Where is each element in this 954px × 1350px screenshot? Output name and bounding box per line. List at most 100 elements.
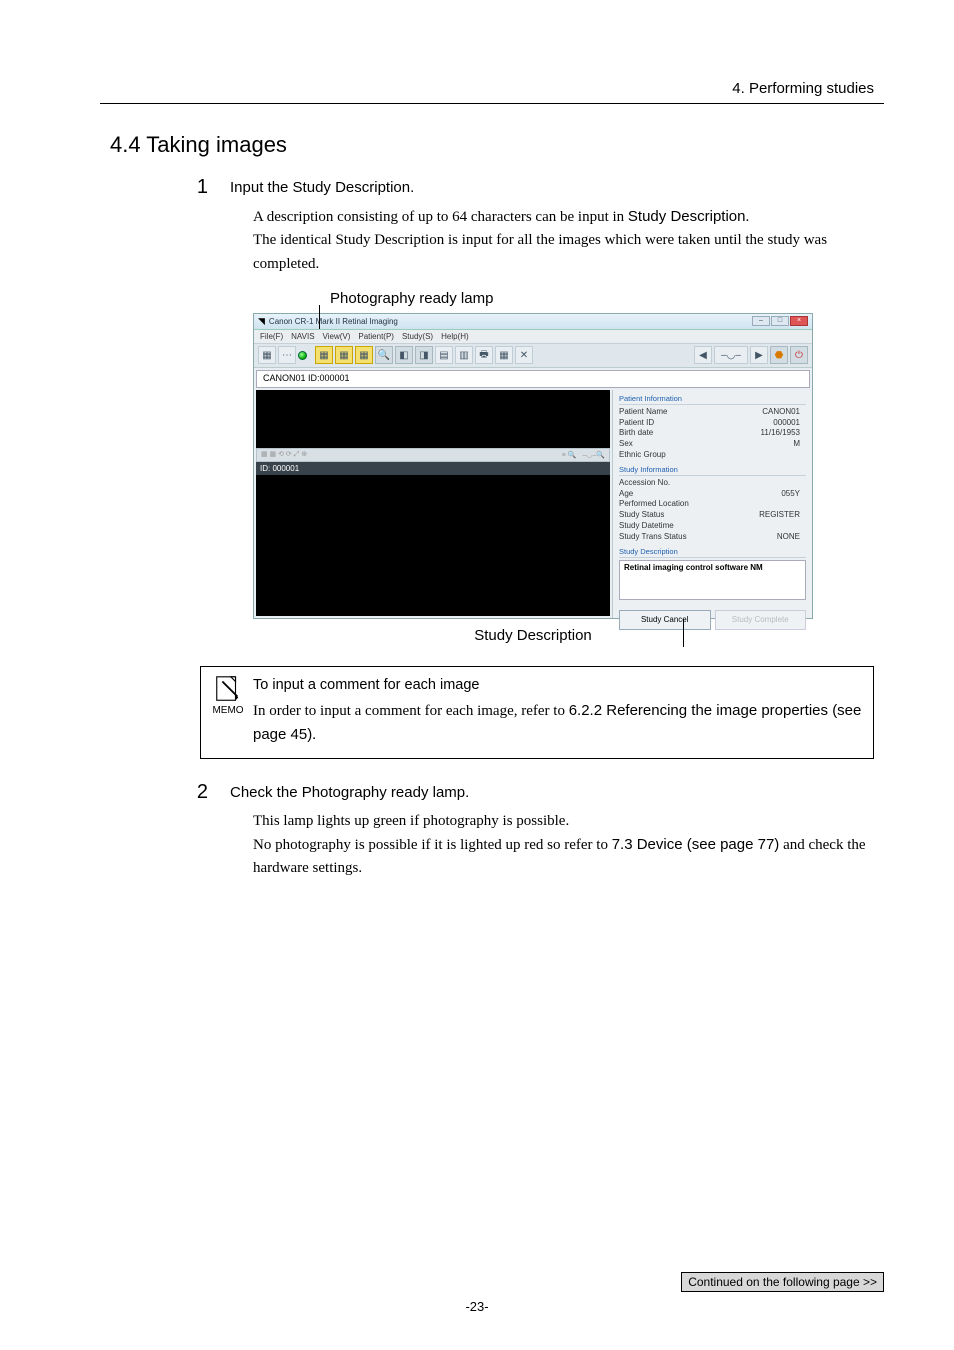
si-age-v: 055Y <box>781 489 806 500</box>
si-loc-l: Performed Location <box>619 499 689 510</box>
pi-sex-l: Sex <box>619 439 633 450</box>
continued-box: Continued on the following page >> <box>681 1272 884 1292</box>
menu-help[interactable]: Help(H) <box>441 332 469 341</box>
pi-sex-v: M <box>793 439 806 450</box>
step-1-sans: Study Description <box>628 208 746 225</box>
study-description-input[interactable]: Retinal imaging control software NM <box>619 560 806 600</box>
menu-patient[interactable]: Patient(P) <box>358 332 394 341</box>
maximize-button[interactable]: □ <box>771 316 789 326</box>
tb-icon-1[interactable]: ▦ <box>258 346 276 364</box>
tb-nav-slider[interactable]: –◡– <box>714 346 748 364</box>
chapter-header: 4. Performing studies <box>100 80 884 97</box>
mid-toolbar: ▦ ▦ ⟲ ⟳ ⤢ ⊕ ≡ 🔍 –◡–🔍 <box>256 448 610 462</box>
menu-navis[interactable]: NAVIS <box>291 332 314 341</box>
photography-ready-lamp-icon <box>298 351 307 360</box>
tb-icon-4[interactable]: ▦ <box>335 346 353 364</box>
menubar: File(F) NAVIS View(V) Patient(P) Study(S… <box>254 330 812 344</box>
close-button[interactable]: × <box>790 316 808 326</box>
si-loc-v <box>800 499 806 510</box>
tb-icon-exit[interactable]: ⏻ <box>790 346 808 364</box>
left-pane: ▦ ▦ ⟲ ⟳ ⤢ ⊕ ≡ 🔍 –◡–🔍 ID: 000001 <box>254 390 612 618</box>
step-1-body: A description consisting of up to 64 cha… <box>253 205 874 276</box>
study-info-title: Study Information <box>619 465 806 476</box>
tb-icon-6[interactable]: ◧ <box>395 346 413 364</box>
chapter-rule <box>100 103 884 104</box>
memo-title: To input a comment for each image <box>253 674 863 696</box>
tb-icon-9[interactable]: ▥ <box>455 346 473 364</box>
memo-box: MEMO To input a comment for each image I… <box>200 666 874 759</box>
titlebar: ◥ Canon CR-1 Mark II Retinal Imaging – □… <box>254 314 812 330</box>
toolbar: ▦ ⋯ ▦ ▦ ▦ 🔍 ◧ ◨ ▤ ▥ 🖶 ▦ ✕ ◀ <box>254 344 812 368</box>
patient-info-title: Patient Information <box>619 394 806 405</box>
si-stat-l: Study Status <box>619 510 664 521</box>
mid-icons-right[interactable]: ≡ 🔍 –◡–🔍 <box>562 451 605 459</box>
image-id-strip: ID: 000001 <box>256 462 610 475</box>
tb-icon-warn[interactable]: ⬣ <box>770 346 788 364</box>
tb-icon-8[interactable]: ▤ <box>435 346 453 364</box>
step-1-text-a: A description consisting of up to 64 cha… <box>253 209 628 225</box>
step-2-ref: 7.3 Device (see page 77) <box>612 836 780 853</box>
mid-icons-left[interactable]: ▦ ▦ ⟲ ⟳ ⤢ ⊕ <box>261 450 307 459</box>
memo-body: In order to input a comment for each ima… <box>253 699 863 748</box>
step-1-text-b: The identical Study Description is input… <box>253 232 827 271</box>
screenshot-wrap: ◥ Canon CR-1 Mark II Retinal Imaging – □… <box>253 313 813 619</box>
thumbnail-area <box>256 390 610 448</box>
si-ts-v: NONE <box>777 532 806 543</box>
pi-bd-l: Birth date <box>619 428 653 439</box>
study-desc-title: Study Description <box>619 547 806 558</box>
step-2-number: 2 <box>100 781 230 804</box>
step-1-title: Input the Study Description. <box>230 176 414 199</box>
pi-eth-l: Ethnic Group <box>619 450 666 461</box>
step-2-row: 2 Check the Photography ready lamp. <box>100 781 884 804</box>
tb-nav-prev[interactable]: ◀ <box>694 346 712 364</box>
menu-study[interactable]: Study(S) <box>402 332 433 341</box>
memo-body-end: . <box>312 727 316 743</box>
study-cancel-button[interactable]: Study Cancel <box>619 610 711 630</box>
step-2-title: Check the Photography ready lamp. <box>230 781 469 804</box>
pi-name-v: CANON01 <box>762 407 806 418</box>
caption-photography-lamp: Photography ready lamp <box>330 290 884 307</box>
pi-eth-v <box>800 450 806 461</box>
study-complete-button[interactable]: Study Complete <box>715 610 807 630</box>
si-ts-l: Study Trans Status <box>619 532 687 543</box>
pi-name-l: Patient Name <box>619 407 667 418</box>
tb-icon-2[interactable]: ⋯ <box>278 346 296 364</box>
menu-view[interactable]: View(V) <box>323 332 351 341</box>
memo-body-a: In order to input a comment for each ima… <box>253 703 569 719</box>
menu-file[interactable]: File(F) <box>260 332 283 341</box>
tb-icon-print[interactable]: 🖶 <box>475 346 493 364</box>
tb-nav-next[interactable]: ▶ <box>750 346 768 364</box>
step-2-body: This lamp lights up green if photography… <box>253 810 874 881</box>
tb-icon-grid[interactable]: ▦ <box>495 346 513 364</box>
tb-icon-x[interactable]: ✕ <box>515 346 533 364</box>
pi-id-l: Patient ID <box>619 418 654 429</box>
callout-line-study-desc <box>683 619 684 647</box>
minimize-button[interactable]: – <box>752 316 770 326</box>
right-panel: Patient Information Patient NameCANON01 … <box>612 390 812 618</box>
si-dt-l: Study Datetime <box>619 521 674 532</box>
section-title: 4.4 Taking images <box>110 132 884 158</box>
image-view-area <box>256 475 610 616</box>
pi-id-v: 000001 <box>773 418 806 429</box>
page-number: -23- <box>0 1299 954 1314</box>
tb-icon-7[interactable]: ◨ <box>415 346 433 364</box>
si-acc-l: Accession No. <box>619 478 670 489</box>
tb-icon-zoom[interactable]: 🔍 <box>375 346 393 364</box>
callout-line-lamp <box>319 305 320 329</box>
tb-icon-3[interactable]: ▦ <box>315 346 333 364</box>
tb-icon-5[interactable]: ▦ <box>355 346 373 364</box>
step-2-text-a: This lamp lights up green if photography… <box>253 813 569 829</box>
id-bar: CANON01 ID:000001 <box>256 370 810 388</box>
step-1-number: 1 <box>100 176 230 199</box>
si-dt-v <box>800 521 806 532</box>
app-window: ◥ Canon CR-1 Mark II Retinal Imaging – □… <box>253 313 813 619</box>
step-1-row: 1 Input the Study Description. <box>100 176 884 199</box>
step-1-text-a-end: . <box>745 209 749 225</box>
memo-icon: MEMO <box>211 674 245 748</box>
si-stat-v: REGISTER <box>759 510 806 521</box>
si-acc-v <box>800 478 806 489</box>
memo-icon-label: MEMO <box>212 705 243 716</box>
pi-bd-v: 11/16/1953 <box>761 428 806 439</box>
si-age-l: Age <box>619 489 633 500</box>
app-icon: ◥ <box>258 316 265 327</box>
